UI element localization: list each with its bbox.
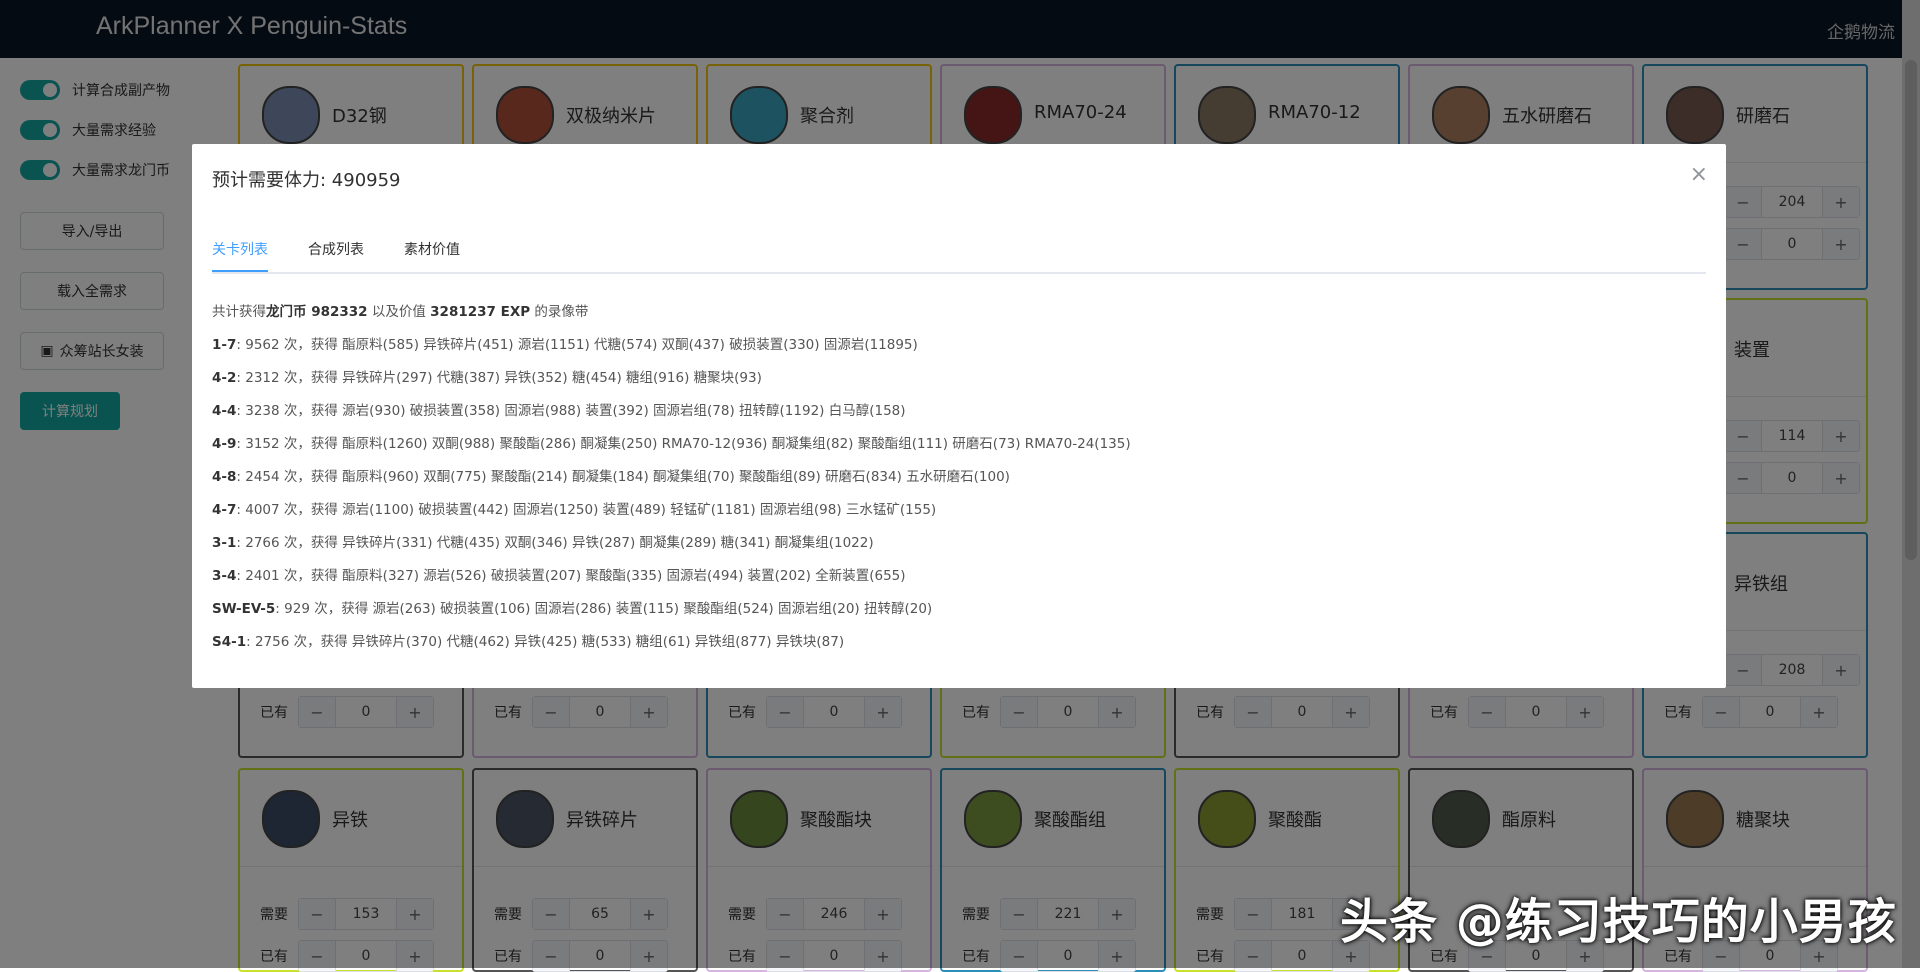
stage-line: 1-7: 9562 次，获得 酯原料(585) 异铁碎片(451) 源岩(115… (212, 329, 1131, 362)
stage-times: : 2756 次，获得 (246, 634, 352, 650)
stage-times: : 2766 次，获得 (236, 535, 343, 551)
dialog-title: 预计需要体力: 490959 (212, 170, 401, 191)
stage-code: 4-9 (212, 436, 237, 452)
stage-code: 4-2 (212, 370, 237, 386)
stage-code: SW-EV-5 (212, 601, 276, 617)
stage-times: : 2401 次，获得 (236, 568, 343, 584)
stage-times: : 929 次，获得 (275, 601, 373, 617)
stage-line: 4-8: 2454 次，获得 酯原料(960) 双酮(775) 聚酸酯(214)… (212, 461, 1131, 494)
stage-line: 4-4: 3238 次，获得 源岩(930) 破损装置(358) 固源岩(988… (212, 395, 1131, 428)
summary-line: 共计获得龙门币 982332 以及价值 3281237 EXP 的录像带 (212, 296, 1131, 329)
stage-drops: 异铁碎片(297) 代糖(387) 异铁(352) 糖(454) 糖组(916)… (342, 370, 762, 386)
stage-line: SW-EV-5: 929 次，获得 源岩(263) 破损装置(106) 固源岩(… (212, 593, 1131, 626)
stage-code: 4-4 (212, 403, 237, 419)
close-icon[interactable]: × (1690, 162, 1708, 187)
stage-drops: 源岩(263) 破损装置(106) 固源岩(286) 装置(115) 聚酸酯组(… (372, 601, 933, 617)
dialog-tabs: 关卡列表 合成列表 素材价值 (212, 238, 1706, 274)
stage-drops: 酯原料(960) 双酮(775) 聚酸酯(214) 酮凝集(184) 酮凝集组(… (342, 469, 1010, 485)
tab-stage-list[interactable]: 关卡列表 (212, 238, 268, 272)
stage-code: 3-1 (212, 535, 237, 551)
stage-drops: 酯原料(585) 异铁碎片(451) 源岩(1151) 代糖(574) 双酮(4… (342, 337, 918, 353)
summary-exp: 3281237 EXP (430, 304, 531, 320)
stage-times: : 9562 次，获得 (236, 337, 343, 353)
stage-line: 3-1: 2766 次，获得 异铁碎片(331) 代糖(435) 双酮(346)… (212, 527, 1131, 560)
stage-code: S4-1 (212, 634, 247, 650)
stage-times: : 2454 次，获得 (236, 469, 343, 485)
stage-drops: 异铁碎片(370) 代糖(462) 异铁(425) 糖(533) 糖组(61) … (351, 634, 845, 650)
summary-text: 以及价值 (367, 304, 431, 320)
stage-times: : 3238 次，获得 (236, 403, 343, 419)
tab-material-value[interactable]: 素材价值 (404, 238, 460, 270)
stage-line: 3-4: 2401 次，获得 酯原料(327) 源岩(526) 破损装置(207… (212, 560, 1131, 593)
stage-drops: 酯原料(327) 源岩(526) 破损装置(207) 聚酸酯(335) 固源岩(… (342, 568, 906, 584)
stage-code: 4-8 (212, 469, 237, 485)
stage-drops: 异铁碎片(331) 代糖(435) 双酮(346) 异铁(287) 酮凝集(28… (342, 535, 874, 551)
tab-synthesis-list[interactable]: 合成列表 (308, 238, 364, 270)
plan-result-dialog: 预计需要体力: 490959 × 关卡列表 合成列表 素材价值 共计获得龙门币 … (192, 144, 1726, 688)
stage-times: : 4007 次，获得 (236, 502, 343, 518)
stage-times: : 2312 次，获得 (236, 370, 343, 386)
stage-code: 1-7 (212, 337, 237, 353)
summary-lmd: 龙门币 982332 (266, 304, 368, 320)
summary-text: 共计获得 (212, 304, 266, 320)
stage-line: S4-1: 2756 次，获得 异铁碎片(370) 代糖(462) 异铁(425… (212, 626, 1131, 659)
stage-drops: 源岩(1100) 破损装置(442) 固源岩(1250) 装置(489) 轻锰矿… (342, 502, 937, 518)
stage-drops: 酯原料(1260) 双酮(988) 聚酸酯(286) 酮凝集(250) RMA7… (342, 436, 1131, 452)
stage-code: 4-7 (212, 502, 237, 518)
watermark-text: 头条 @练习技巧的小男孩 (1340, 894, 1897, 950)
stage-line: 4-2: 2312 次，获得 异铁碎片(297) 代糖(387) 异铁(352)… (212, 362, 1131, 395)
stage-code: 3-4 (212, 568, 237, 584)
stage-line: 4-9: 3152 次，获得 酯原料(1260) 双酮(988) 聚酸酯(286… (212, 428, 1131, 461)
stage-list: 共计获得龙门币 982332 以及价值 3281237 EXP 的录像带 1-7… (212, 296, 1131, 659)
stage-times: : 3152 次，获得 (236, 436, 343, 452)
stage-drops: 源岩(930) 破损装置(358) 固源岩(988) 装置(392) 固源岩组(… (342, 403, 906, 419)
stage-line: 4-7: 4007 次，获得 源岩(1100) 破损装置(442) 固源岩(12… (212, 494, 1131, 527)
summary-text: 的录像带 (530, 304, 589, 320)
